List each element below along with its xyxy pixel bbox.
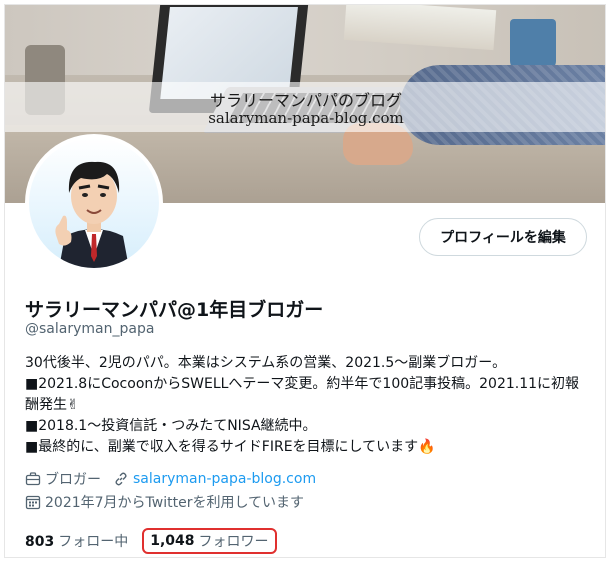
calendar-icon (25, 495, 41, 510)
avatar[interactable] (25, 134, 163, 272)
following-count: 803 (25, 534, 55, 550)
following-label: フォロー中 (58, 534, 129, 550)
profile-category: ブロガー (45, 472, 101, 488)
followers-count: 1,048 (150, 533, 195, 549)
avatar-image (29, 138, 159, 268)
avatar-illustration (55, 161, 129, 268)
followers-link[interactable]: 1,048 フォロワー (142, 528, 277, 554)
display-name: サラリーマンパパ@1年目ブロガー (25, 299, 324, 321)
followers-label: フォロワー (198, 534, 269, 550)
bio-line: ■2018.1〜投資信託・つみたてNISA継続中。 (25, 418, 317, 434)
bio-line: ■最終的に、副業で収入を得るサイドFIREを目標にしています🔥 (25, 439, 436, 455)
briefcase-icon (25, 472, 41, 486)
following-link[interactable]: 803 フォロー中 (25, 531, 128, 551)
profile-card: サラリーマンパパのブログ salaryman-papa-blog.com プロフ… (4, 4, 606, 558)
banner-url: salaryman-papa-blog.com (208, 109, 404, 127)
profile-meta-row: ブロガー salaryman-papa-blog.com (25, 469, 316, 489)
banner-title: サラリーマンパパのブログ (209, 91, 402, 110)
bio-line: 30代後半、2児のパパ。本業はシステム系の営業、2021.5〜副業ブロガー。 (25, 355, 507, 371)
bio: 30代後半、2児のパパ。本業はシステム系の営業、2021.5〜副業ブロガー。 ■… (25, 353, 595, 458)
edit-profile-button[interactable]: プロフィールを編集 (419, 218, 587, 256)
bio-line: 酬発生✌ (25, 397, 79, 413)
link-icon (115, 472, 127, 486)
profile-joined-row: 2021年7月からTwitterを利用しています (25, 492, 304, 512)
joined-date: 2021年7月からTwitterを利用しています (45, 495, 305, 511)
follow-stats: 803 フォロー中 1,048 フォロワー (25, 528, 277, 554)
profile-website-link[interactable]: salaryman-papa-blog.com (133, 471, 316, 487)
banner-mug (510, 19, 556, 71)
user-handle: @salaryman_papa (25, 321, 155, 337)
bio-line: ■2021.8にCocoonからSWELLへテーマ変更。約半年で100記事投稿。… (25, 376, 580, 392)
